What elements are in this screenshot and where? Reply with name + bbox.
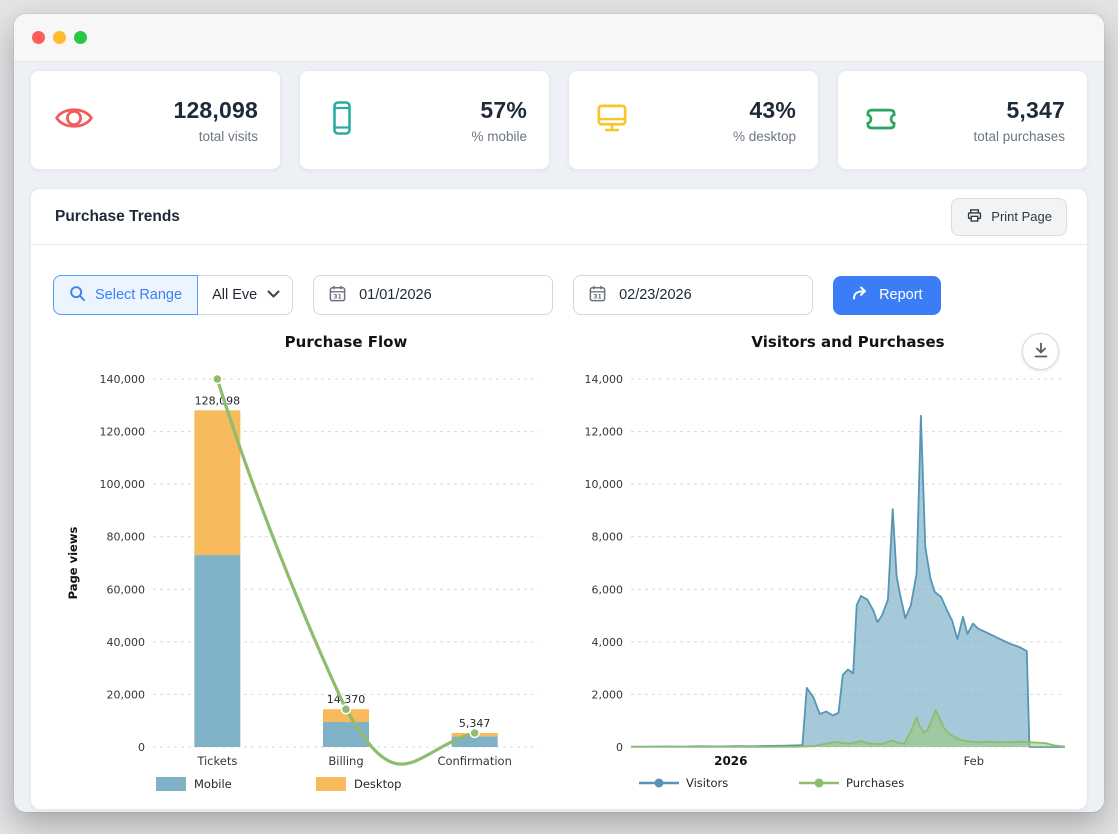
svg-text:0: 0: [616, 741, 623, 754]
start-date-value: 01/01/2026: [359, 287, 432, 303]
svg-text:Billing: Billing: [328, 754, 363, 768]
desktop-icon: [591, 97, 633, 144]
svg-text:Confirmation: Confirmation: [437, 754, 511, 768]
end-date-value: 02/23/2026: [619, 287, 692, 303]
svg-text:140,000: 140,000: [100, 373, 146, 386]
minimize-window-button[interactable]: [53, 31, 66, 44]
stat-card-percent-desktop: 43% % desktop: [568, 70, 819, 170]
svg-text:12,000: 12,000: [584, 426, 623, 439]
stat-label: % mobile: [471, 129, 527, 144]
svg-text:0: 0: [138, 741, 145, 754]
dashboard-content: 128,098 total visits 57% % mobile: [14, 62, 1104, 810]
mobile-icon: [322, 97, 362, 144]
ticket-icon: [860, 97, 902, 144]
stat-card-total-purchases: 5,347 total purchases: [837, 70, 1088, 170]
stat-value: 128,098: [173, 97, 258, 124]
stat-value: 57%: [471, 97, 527, 124]
svg-text:Visitors: Visitors: [686, 776, 728, 790]
svg-text:Feb: Feb: [964, 754, 984, 768]
event-dropdown-value: All Events: [212, 287, 258, 303]
svg-text:60,000: 60,000: [107, 583, 146, 596]
calendar-icon: 31: [328, 284, 347, 307]
panel-header: Purchase Trends Print Page: [31, 189, 1087, 245]
eye-icon: [53, 97, 95, 144]
calendar-icon: 31: [588, 284, 607, 307]
stat-value: 5,347: [973, 97, 1065, 124]
stat-cards-row: 128,098 total visits 57% % mobile: [30, 70, 1088, 170]
svg-text:4,000: 4,000: [591, 636, 623, 649]
report-button[interactable]: Report: [833, 276, 941, 315]
select-range-label: Select Range: [95, 287, 182, 303]
download-chart-button[interactable]: [1022, 333, 1059, 370]
charts-row: Purchase Flow 0 20,000 40,000 60,000 80,000 10…: [31, 331, 1087, 801]
select-range-button[interactable]: Select Range: [53, 275, 198, 315]
svg-text:40,000: 40,000: [107, 636, 146, 649]
chevron-down-icon: [267, 287, 280, 303]
arrow-curve-icon: [851, 285, 869, 305]
svg-text:Tickets: Tickets: [196, 754, 237, 768]
print-page-label: Print Page: [991, 209, 1052, 224]
stat-card-percent-mobile: 57% % mobile: [299, 70, 550, 170]
svg-text:100,000: 100,000: [100, 478, 146, 491]
app-window: 128,098 total visits 57% % mobile: [14, 14, 1104, 812]
filter-row: Select Range All Events: [53, 275, 1087, 315]
svg-text:Purchase Flow: Purchase Flow: [285, 333, 408, 351]
svg-text:31: 31: [593, 293, 602, 300]
svg-text:20,000: 20,000: [107, 688, 146, 701]
range-group: Select Range All Events: [53, 275, 293, 315]
svg-text:14,000: 14,000: [584, 373, 623, 386]
stat-card-total-visits: 128,098 total visits: [30, 70, 281, 170]
panel-title: Purchase Trends: [55, 208, 180, 226]
report-label: Report: [879, 287, 923, 303]
purchase-flow-chart: Purchase Flow 0 20,000 40,000 60,000 80,000 10…: [61, 331, 579, 801]
svg-text:120,000: 120,000: [100, 426, 146, 439]
svg-text:2,000: 2,000: [591, 688, 623, 701]
close-window-button[interactable]: [32, 31, 45, 44]
svg-text:2026: 2026: [714, 754, 747, 768]
svg-text:Purchases: Purchases: [846, 776, 904, 790]
svg-text:Visitors and Purchases: Visitors and Purchases: [751, 333, 944, 351]
search-icon: [69, 285, 86, 306]
stat-label: total purchases: [973, 129, 1065, 144]
start-date-input[interactable]: 31 01/01/2026: [313, 275, 553, 315]
download-icon: [1033, 342, 1049, 362]
svg-text:Mobile: Mobile: [194, 777, 232, 791]
end-date-input[interactable]: 31 02/23/2026: [573, 275, 813, 315]
window-titlebar: [14, 14, 1104, 62]
svg-text:Page views: Page views: [66, 527, 80, 600]
svg-text:6,000: 6,000: [591, 583, 623, 596]
event-type-dropdown[interactable]: All Events: [198, 275, 293, 315]
printer-icon: [966, 207, 983, 227]
purchase-trends-panel: Purchase Trends Print Page: [30, 188, 1088, 810]
svg-text:8,000: 8,000: [591, 531, 623, 544]
svg-text:31: 31: [333, 293, 342, 300]
stat-label: % desktop: [733, 129, 796, 144]
svg-text:128,098: 128,098: [195, 394, 241, 407]
stat-value: 43%: [733, 97, 796, 124]
print-page-button[interactable]: Print Page: [951, 198, 1067, 236]
stat-label: total visits: [173, 129, 258, 144]
visitors-purchases-chart: Visitors and Purchases 0 2,000 4,000 6,000 8,…: [579, 331, 1087, 801]
svg-text:80,000: 80,000: [107, 531, 146, 544]
svg-text:10,000: 10,000: [584, 478, 623, 491]
zoom-window-button[interactable]: [74, 31, 87, 44]
svg-text:Desktop: Desktop: [354, 777, 401, 791]
